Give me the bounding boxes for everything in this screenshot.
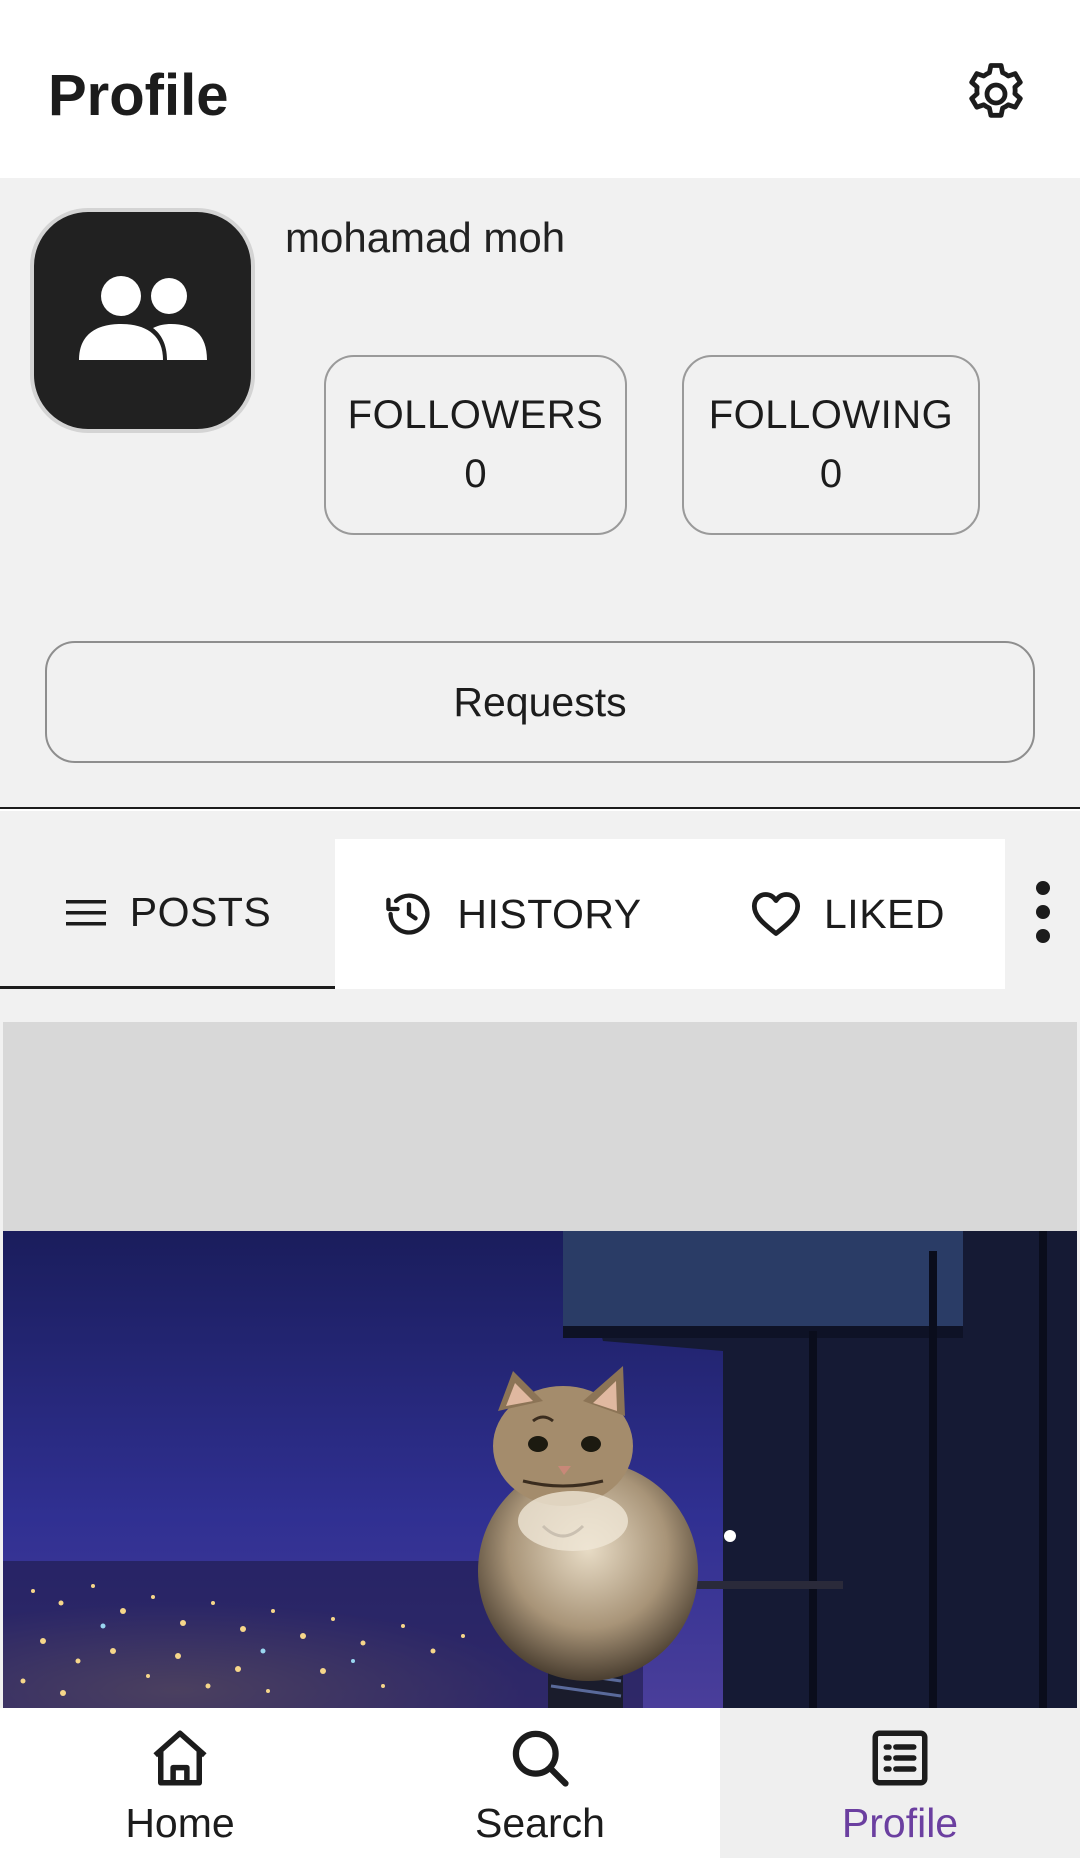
history-icon (383, 888, 435, 940)
posts-feed (0, 989, 1080, 1708)
home-icon (147, 1720, 213, 1796)
tab-posts-label: POSTS (129, 889, 272, 935)
list-icon (867, 1720, 933, 1796)
gear-icon (960, 58, 1032, 135)
post-image[interactable] (3, 1231, 1077, 1708)
tab-history-label: HISTORY (457, 890, 642, 937)
nav-home[interactable]: Home (0, 1708, 360, 1858)
tab-liked[interactable]: LIKED (690, 839, 1005, 989)
tab-posts[interactable]: POSTS (0, 839, 335, 989)
username: mohamad moh (285, 214, 566, 261)
profile-info-section: mohamad moh FOLLOWERS 0 FOLLOWING 0 Requ… (0, 178, 1080, 809)
content-tabs: POSTS HISTORY LIKED (0, 811, 1080, 989)
page-title: Profile (48, 63, 229, 128)
menu-lines-icon (64, 898, 108, 928)
following-count: 0 (819, 452, 843, 496)
nav-search[interactable]: Search (360, 1708, 720, 1858)
tab-liked-label: LIKED (824, 890, 945, 937)
following-button[interactable]: FOLLOWING 0 (682, 355, 980, 535)
more-vertical-icon (1033, 880, 1053, 949)
heart-icon (750, 890, 802, 938)
nav-profile[interactable]: Profile (720, 1708, 1080, 1858)
following-label: FOLLOWING (708, 393, 954, 437)
followers-count: 0 (464, 452, 487, 496)
app-header: Profile (0, 0, 1080, 178)
nav-search-label: Search (475, 1800, 605, 1846)
search-icon (506, 1720, 574, 1796)
nav-profile-label: Profile (841, 1800, 959, 1846)
bottom-navigation: Home Search Profile (0, 1708, 1080, 1858)
followers-label: FOLLOWERS (347, 393, 604, 437)
more-options-button[interactable] (1005, 839, 1080, 989)
profile-screen: Profile mohamad moh FOLLOWERS 0 FOLLOWIN… (0, 0, 1080, 1858)
avatar[interactable] (30, 208, 255, 433)
post-card[interactable] (3, 1022, 1077, 1708)
requests-button[interactable]: Requests (45, 641, 1035, 763)
group-icon (73, 268, 213, 373)
tab-history[interactable]: HISTORY (335, 839, 690, 989)
settings-button[interactable] (956, 56, 1036, 136)
nav-home-label: Home (125, 1800, 235, 1846)
followers-button[interactable]: FOLLOWERS 0 (324, 355, 627, 535)
